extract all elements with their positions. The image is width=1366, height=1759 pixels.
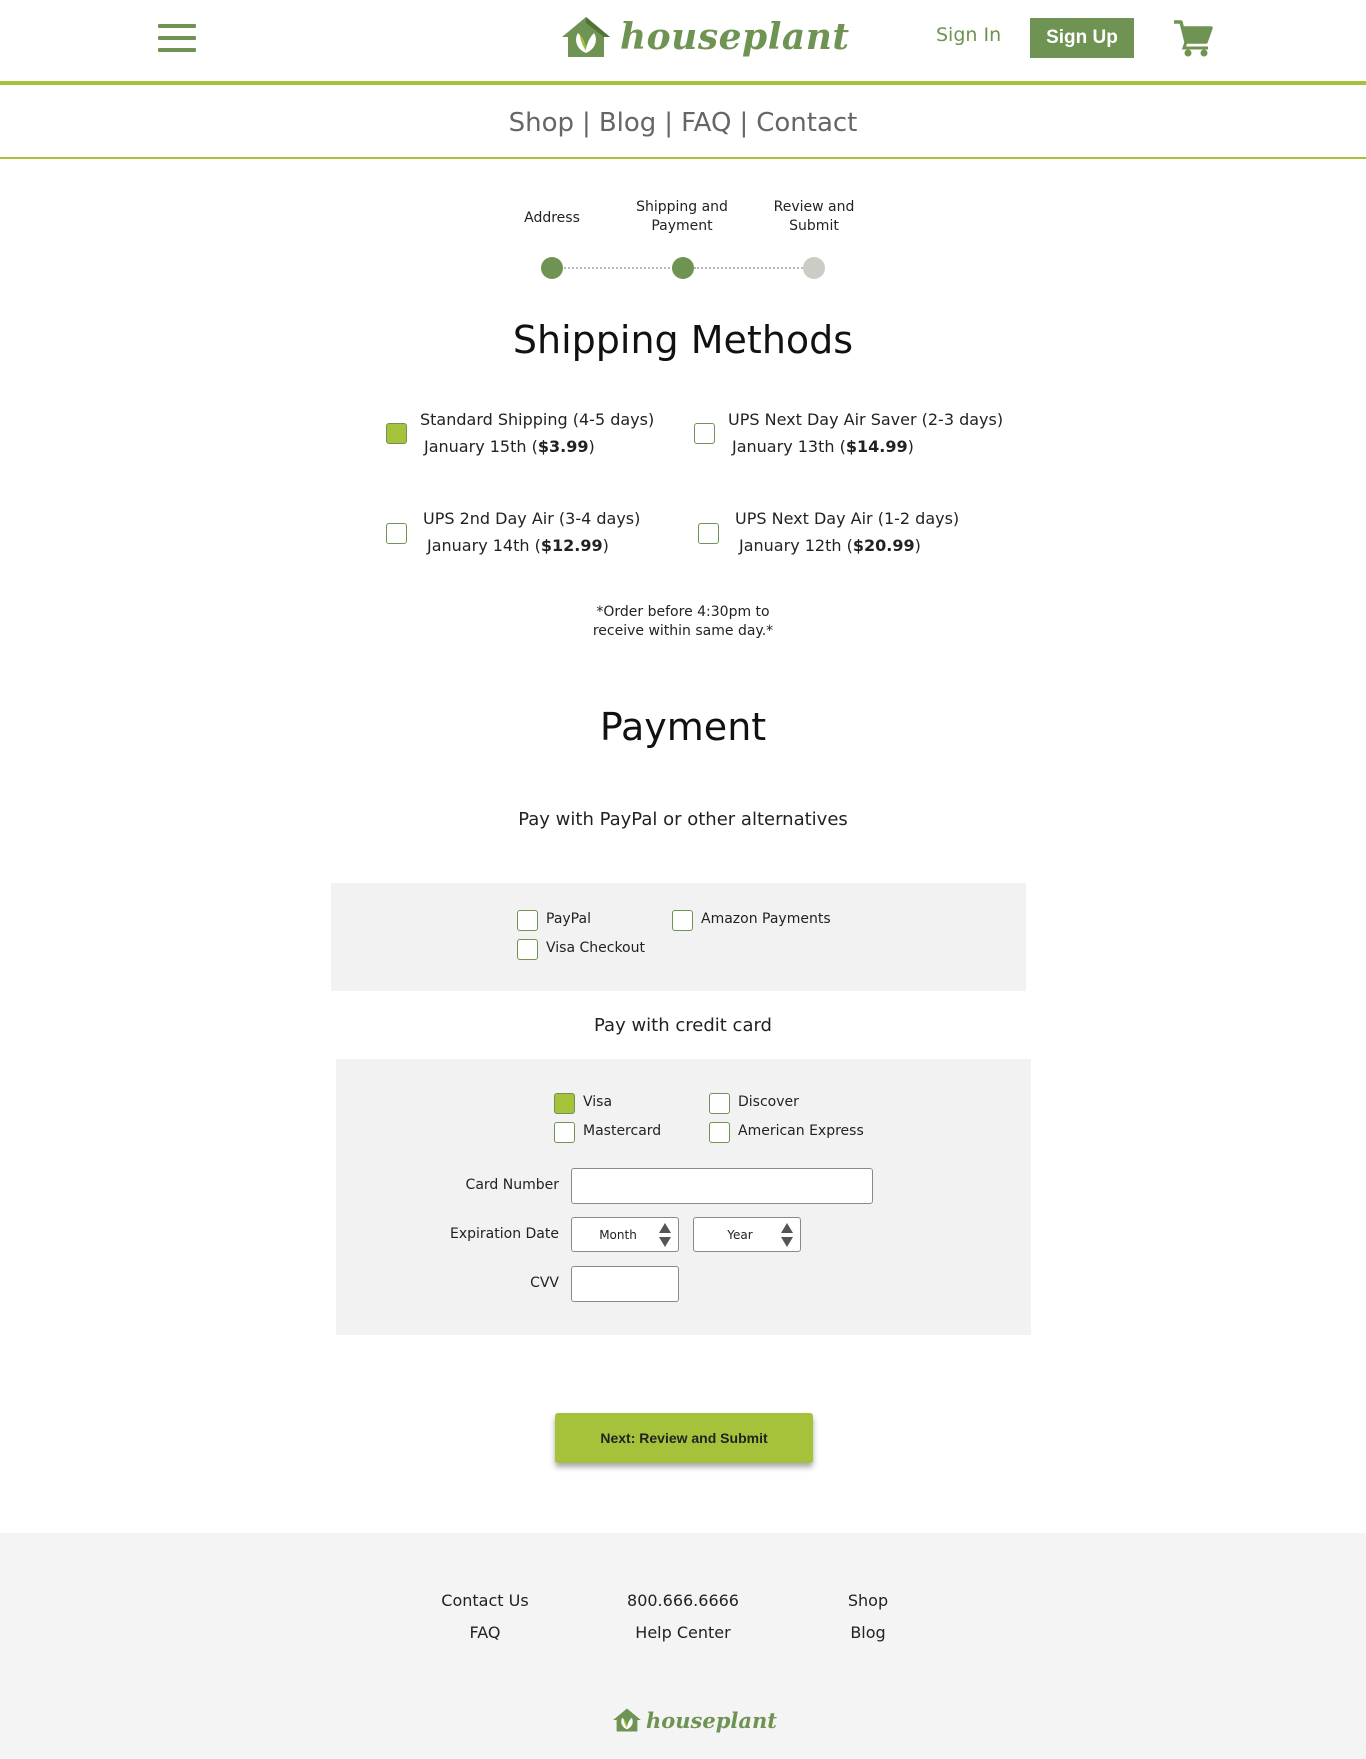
shipping-ups-2nd-day-checkbox[interactable] xyxy=(386,523,407,544)
expiration-month-select[interactable]: Month xyxy=(571,1217,679,1252)
shipping-standard-name: Standard Shipping (4-5 days) xyxy=(420,410,655,429)
amazon-payments-checkbox[interactable] xyxy=(672,910,693,931)
sign-up-button[interactable]: Sign Up xyxy=(1030,18,1134,58)
shipping-standard-checkbox[interactable] xyxy=(386,423,407,444)
brand-name: houseplant xyxy=(620,16,850,58)
mastercard-checkbox[interactable] xyxy=(554,1122,575,1143)
shipping-cutoff-note: *Order before 4:30pm to receive within s… xyxy=(592,604,774,639)
step-review-dot xyxy=(803,257,825,279)
nav-separator: | xyxy=(739,108,749,138)
alt-payment-panel xyxy=(331,883,1026,991)
shipping-ups-air-saver-price: $14.99 xyxy=(845,437,908,456)
nav-divider xyxy=(0,157,1366,159)
step-address-label: Address xyxy=(524,210,580,226)
shipping-ups-next-day-price: $20.99 xyxy=(852,536,915,555)
shipping-standard-date: January 15th ($3.99) xyxy=(424,437,595,456)
shipping-ups-air-saver-checkbox[interactable] xyxy=(694,423,715,444)
month-value: Month xyxy=(599,1227,637,1242)
nav-shop[interactable]: Shop xyxy=(509,108,574,138)
shipping-ups-next-day-name: UPS Next Day Air (1-2 days) xyxy=(735,509,960,528)
nav-contact[interactable]: Contact xyxy=(756,108,857,138)
house-leaf-icon xyxy=(562,17,610,57)
nav-separator: | xyxy=(664,108,674,138)
card-number-label: Card Number xyxy=(465,1177,559,1193)
house-leaf-icon xyxy=(613,1708,641,1732)
shipping-methods-title: Shipping Methods xyxy=(512,318,854,362)
visa-checkout-checkbox[interactable] xyxy=(517,939,538,960)
header-divider xyxy=(0,81,1366,85)
alt-payment-title: Pay with PayPal or other alternatives xyxy=(518,809,848,830)
shipping-standard-price: $3.99 xyxy=(537,437,589,456)
credit-card-title: Pay with credit card xyxy=(594,1015,772,1036)
shipping-ups-air-saver-date: January 13th ($14.99) xyxy=(732,437,914,456)
step-address-dot xyxy=(541,257,563,279)
card-number-input[interactable] xyxy=(571,1168,873,1204)
shipping-ups-air-saver-name: UPS Next Day Air Saver (2-3 days) xyxy=(728,410,1004,429)
amazon-payments-label: Amazon Payments xyxy=(701,911,831,927)
footer-phone[interactable]: 800.666.6666 xyxy=(603,1591,763,1610)
cart-icon[interactable] xyxy=(1172,18,1214,58)
shipping-ups-next-day-date: January 12th ($20.99) xyxy=(739,536,921,555)
american-express-checkbox[interactable] xyxy=(709,1122,730,1143)
visa-checkbox[interactable] xyxy=(554,1093,575,1114)
footer-brand-name: houseplant xyxy=(646,1707,777,1733)
sign-in-link[interactable]: Sign In xyxy=(936,24,1001,46)
step-shipping-label: Shipping and Payment xyxy=(636,199,728,234)
year-value: Year xyxy=(727,1227,753,1242)
cvv-input[interactable] xyxy=(571,1266,679,1302)
step-shipping-dot xyxy=(672,257,694,279)
nav-separator: | xyxy=(582,108,591,138)
footer-shop[interactable]: Shop xyxy=(788,1591,948,1610)
brand-logo[interactable]: houseplant xyxy=(560,12,850,62)
footer-logo[interactable]: houseplant xyxy=(612,1704,777,1736)
main-nav: Shop | Blog | FAQ | Contact xyxy=(0,108,1366,138)
next-review-submit-button[interactable]: Next: Review and Submit xyxy=(555,1413,813,1463)
visa-checkout-label: Visa Checkout xyxy=(546,940,645,956)
footer-faq[interactable]: FAQ xyxy=(405,1623,565,1642)
hamburger-menu-icon[interactable] xyxy=(158,24,196,52)
shipping-ups-2nd-day-price: $12.99 xyxy=(540,536,603,555)
footer-help-center[interactable]: Help Center xyxy=(603,1623,763,1642)
mastercard-label: Mastercard xyxy=(583,1123,662,1139)
nav-faq[interactable]: FAQ xyxy=(681,108,731,138)
paypal-checkbox[interactable] xyxy=(517,910,538,931)
footer-blog[interactable]: Blog xyxy=(788,1623,948,1642)
footer-contact-us[interactable]: Contact Us xyxy=(405,1591,565,1610)
step-connector xyxy=(564,267,674,269)
step-connector xyxy=(694,267,806,269)
expiration-year-select[interactable]: Year xyxy=(693,1217,801,1252)
american-express-label: American Express xyxy=(738,1123,864,1139)
visa-label: Visa xyxy=(583,1094,613,1110)
step-review-label: Review and Submit xyxy=(773,199,855,234)
shipping-ups-2nd-day-date: January 14th ($12.99) xyxy=(427,536,609,555)
shipping-ups-2nd-day-name: UPS 2nd Day Air (3-4 days) xyxy=(423,509,641,528)
cvv-label: CVV xyxy=(530,1275,559,1291)
expiration-date-label: Expiration Date xyxy=(450,1226,559,1242)
stepper-arrows-icon xyxy=(781,1223,793,1247)
discover-checkbox[interactable] xyxy=(709,1093,730,1114)
nav-blog[interactable]: Blog xyxy=(599,108,656,138)
shipping-ups-next-day-checkbox[interactable] xyxy=(698,523,719,544)
payment-title: Payment xyxy=(599,705,767,749)
paypal-label: PayPal xyxy=(546,911,591,927)
stepper-arrows-icon xyxy=(659,1223,671,1247)
discover-label: Discover xyxy=(738,1094,799,1110)
